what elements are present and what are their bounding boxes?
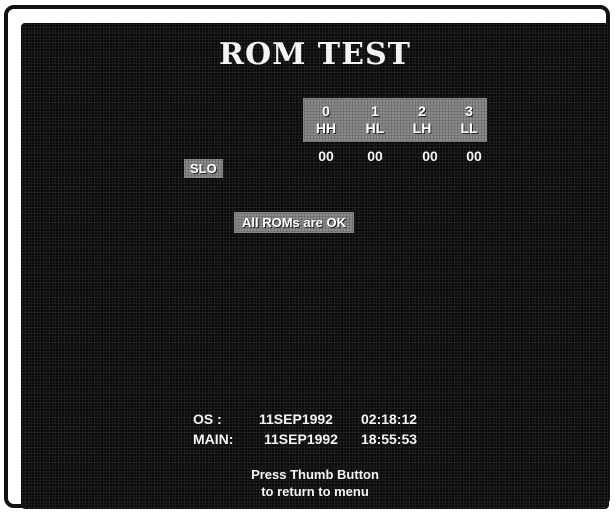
rom-column-2: 2 LH <box>402 103 442 137</box>
rom-code: HL <box>365 120 385 136</box>
rom-test-screen: ROM TEST 0 HH 1 HL 2 LH 3 LL 00 00 00 00… <box>21 23 609 509</box>
main-date: 11SEP1992 <box>264 431 338 447</box>
rom-index: 0 <box>322 103 330 119</box>
status-message: All ROMs are OK <box>234 212 355 233</box>
slo-label: SLO <box>184 159 223 178</box>
rom-value: 00 <box>466 148 482 164</box>
rom-table-header: 0 HH 1 HL 2 LH 3 LL <box>303 98 487 142</box>
rom-code: LH <box>412 120 432 136</box>
rom-index: 2 <box>418 103 426 119</box>
return-instructions: Press Thumb Button to return to menu <box>21 466 609 500</box>
rom-index: 1 <box>371 103 379 119</box>
os-date: 11SEP1992 <box>259 411 333 427</box>
footer-line-2: to return to menu <box>261 484 369 499</box>
rom-column-3: 3 LL <box>449 103 489 137</box>
rom-values-row: 00 00 00 00 <box>303 148 487 168</box>
main-label: MAIN: <box>193 431 234 447</box>
rom-value: 00 <box>422 148 438 164</box>
rom-column-1: 1 HL <box>355 103 395 137</box>
rom-code: HH <box>315 120 337 136</box>
rom-table: 0 HH 1 HL 2 LH 3 LL 00 00 00 00 <box>303 98 487 168</box>
rom-value: 00 <box>367 148 383 164</box>
os-time: 02:18:12 <box>361 411 418 427</box>
footer-line-1: Press Thumb Button <box>251 467 379 482</box>
rom-column-0: 0 HH <box>306 103 346 137</box>
rom-code: LL <box>460 120 478 136</box>
main-time: 18:55:53 <box>361 431 418 447</box>
os-label: OS : <box>193 411 222 427</box>
rom-index: 3 <box>465 103 473 119</box>
monitor-frame: ROM TEST 0 HH 1 HL 2 LH 3 LL 00 00 00 00… <box>4 5 610 509</box>
rom-value: 00 <box>318 148 334 164</box>
page-title: ROM TEST <box>219 37 411 72</box>
